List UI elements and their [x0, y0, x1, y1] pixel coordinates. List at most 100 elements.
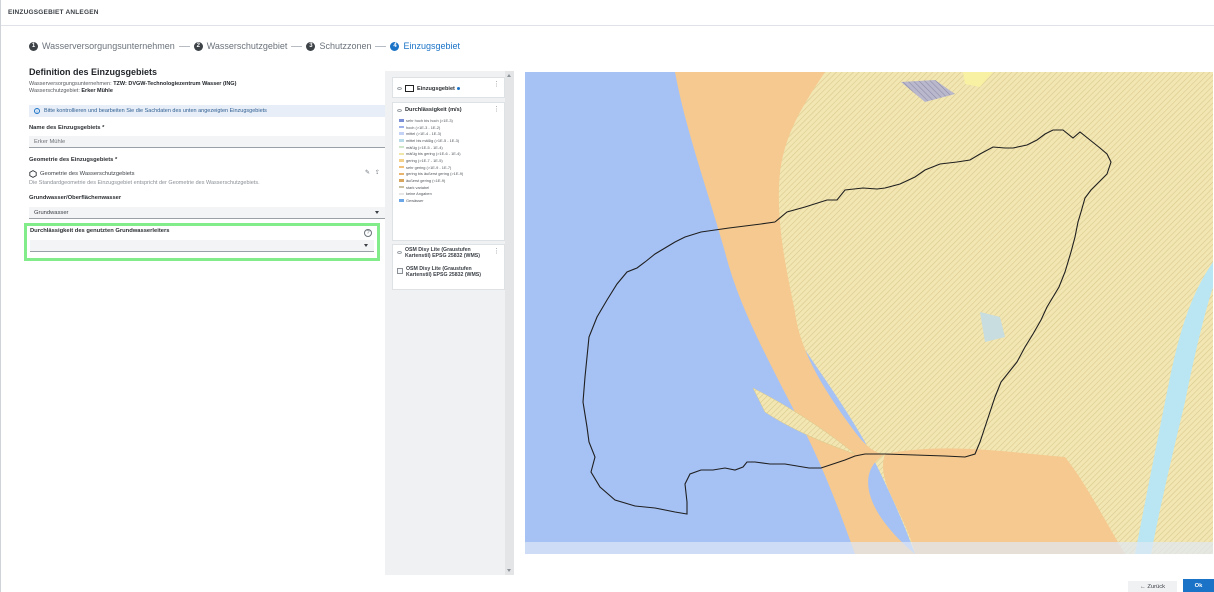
osm-option-label: OSM Disy Lite (Graustufen Kartenstil) EP…	[406, 266, 481, 278]
step-number: 4	[390, 41, 400, 51]
water-type-label: Grundwasser/Oberflächenwasser	[29, 195, 122, 201]
legend-label: mittel (>1E-4 - 1E-3)	[406, 131, 442, 137]
back-button[interactable]: ← Zurück	[1128, 581, 1177, 592]
edit-icon[interactable]: ✎	[364, 170, 371, 177]
name-label: Name des Einzugsgebiets *	[29, 125, 105, 131]
legend-label: hoch (>1E-3 - 1E-2)	[406, 124, 441, 130]
legend-swatch	[399, 139, 404, 142]
legend-label: mäßig (>1E-5 - 1E-4)	[406, 144, 443, 150]
einzugsgebiet-form: Definition des Einzugsgebiets Wasservers…	[24, 66, 385, 261]
step-label: Wasserschutzgebiet	[206, 41, 288, 51]
legend-label: sehr hoch bis hoch (>1E-3)	[406, 117, 453, 123]
layer-title: OSM Disy Lite (Graustufen Kartenstil) EP…	[405, 247, 480, 259]
visibility-icon[interactable]	[397, 251, 402, 254]
layer-header: Durchlässigkeit (m/s) ⋮	[393, 103, 504, 117]
help-icon[interactable]: ?	[364, 229, 372, 237]
step-divider	[375, 45, 387, 47]
legend-swatch	[399, 159, 404, 162]
wvu-value: TZW: DVGW-Technologiezentrum Wasser (ING…	[113, 81, 237, 87]
scroll-up-icon[interactable]	[507, 74, 511, 77]
more-options-icon[interactable]: ⋮	[493, 106, 500, 113]
legend-label: mäßig bis gering (>1E-6 - 1E-4)	[406, 151, 461, 157]
checkbox[interactable]	[397, 268, 403, 274]
geometry-label: Geometrie des Einzugsgebiets *	[29, 157, 118, 163]
legend-swatch	[399, 132, 404, 135]
visibility-icon[interactable]	[397, 108, 402, 112]
legend-item: mittel (>1E-4 - 1E-3)	[393, 130, 504, 137]
permeability-select[interactable]	[30, 240, 374, 252]
legend-swatch	[399, 152, 404, 156]
chevron-down-icon	[364, 244, 368, 247]
map-bottom-strip	[525, 542, 1213, 554]
legend-item: stark variabel	[393, 184, 504, 191]
info-text: Bitte kontrollieren und bearbeiten Sie d…	[44, 108, 267, 114]
top-bar: EINZUGSGEBIET ANLEGEN	[1, 0, 1214, 26]
permeability-field-highlight: Durchlässigkeit des genutzten Grundwasse…	[24, 223, 380, 261]
water-type-value: Grundwasser	[34, 210, 69, 216]
legend-item: mäßig bis gering (>1E-6 - 1E-4)	[393, 150, 504, 157]
geometry-selector[interactable]: Geometrie des Wasserschutzgebiets ✎ ⇪	[29, 169, 385, 179]
map-view[interactable]	[525, 72, 1213, 554]
legend-label: äußerst gering (<1E-9)	[406, 178, 446, 184]
layer-card-osm[interactable]: OSM Disy Lite (Graustufen Kartenstil) EP…	[392, 244, 505, 290]
layer-title: Einzugsgebiet	[417, 85, 455, 92]
more-options-icon[interactable]: ⋮	[493, 248, 500, 255]
layer-panel-scrollbar[interactable]	[505, 71, 514, 575]
legend-swatch	[399, 199, 404, 202]
legend-label: gering bis äußerst gering (>1E-9)	[406, 171, 464, 177]
more-options-icon[interactable]: ⋮	[493, 81, 500, 88]
layer-card-einzugsgebiet[interactable]: Einzugsgebiet ⋮	[392, 77, 505, 98]
step-number: 2	[193, 41, 203, 51]
legend-item: sehr gering (>1E-9 - 1E-7)	[393, 164, 504, 171]
layer-header: OSM Disy Lite (Graustufen Kartenstil) EP…	[393, 245, 504, 265]
osm-basemap-option[interactable]: OSM Disy Lite (Graustufen Kartenstil) EP…	[393, 265, 504, 281]
step-divider	[291, 45, 303, 47]
legend-item: keine Angaben	[393, 191, 504, 198]
outline-swatch-icon	[405, 85, 414, 92]
legend-label: gering (>1E-7 - 1E-5)	[406, 157, 443, 163]
geometry-hint: Die Standardgeometrie des Einzugsgebiet …	[29, 180, 260, 186]
scroll-down-icon[interactable]	[507, 569, 511, 572]
step-label: Einzugsgebiet	[403, 41, 461, 51]
legend-swatch	[399, 165, 404, 169]
legend-item: äußerst gering (<1E-9)	[393, 177, 504, 184]
info-banner: i Bitte kontrollieren und bearbeiten Sie…	[29, 105, 385, 117]
layer-card-durchlaessigkeit[interactable]: Durchlässigkeit (m/s) ⋮ sehr hoch bis ho…	[392, 102, 505, 241]
legend-swatch	[399, 145, 404, 149]
geometry-name: Geometrie des Wasserschutzgebiets	[40, 171, 135, 177]
layer-title: Durchlässigkeit (m/s)	[405, 107, 462, 113]
legend-label: sehr gering (>1E-9 - 1E-7)	[406, 164, 452, 170]
info-icon: i	[34, 108, 40, 114]
legend-item: Gewässer	[393, 197, 504, 204]
step-divider	[178, 45, 190, 47]
geometry-tools: ✎ ⇪	[364, 170, 381, 177]
step-schutzzonen[interactable]: 3 Schutzzonen	[306, 41, 371, 51]
step-einzugsgebiet[interactable]: 4 Einzugsgebiet	[390, 41, 460, 51]
wvu-prefix: Wasserversorgungsunternehmen:	[29, 81, 112, 87]
step-label: Schutzzonen	[319, 41, 372, 51]
step-wasserversorgungsunternehmen[interactable]: 1 Wasserversorgungsunternehmen	[29, 41, 175, 51]
layer-panel: Einzugsgebiet ⋮ Durchlässigkeit (m/s) ⋮ …	[385, 71, 514, 575]
wsg-prefix: Wasserschutzgebiet:	[29, 87, 80, 94]
legend-item: sehr hoch bis hoch (>1E-3)	[393, 117, 504, 124]
layer-header: Einzugsgebiet ⋮	[393, 78, 504, 99]
legend-item: gering bis äußerst gering (>1E-9)	[393, 171, 504, 178]
visibility-icon[interactable]	[397, 87, 402, 90]
ok-button[interactable]: Ok	[1183, 579, 1214, 592]
permeability-label: Durchlässigkeit des genutzten Grundwasse…	[30, 228, 170, 234]
legend-list: sehr hoch bis hoch (>1E-3) hoch (>1E-3 - …	[393, 117, 504, 204]
map-canvas[interactable]	[525, 72, 1213, 554]
name-input[interactable]: Erker Mühle	[29, 136, 385, 148]
legend-swatch	[399, 192, 404, 196]
legend-label: Gewässer	[406, 198, 424, 204]
step-label: Wasserversorgungsunternehmen	[42, 41, 175, 51]
app-window: EINZUGSGEBIET ANLEGEN 1 Wasserversorgung…	[0, 0, 1214, 592]
legend-swatch	[399, 119, 404, 122]
page-title: EINZUGSGEBIET ANLEGEN	[8, 9, 99, 16]
water-type-select[interactable]: Grundwasser	[29, 207, 385, 219]
step-wasserschutzgebiet[interactable]: 2 Wasserschutzgebiet	[193, 41, 288, 51]
legend-item: mittel bis mäßig (>1E-5 - 1E-3)	[393, 137, 504, 144]
step-number: 3	[306, 41, 316, 51]
legend-item: gering (>1E-7 - 1E-5)	[393, 157, 504, 164]
upload-icon[interactable]: ⇪	[374, 170, 381, 177]
